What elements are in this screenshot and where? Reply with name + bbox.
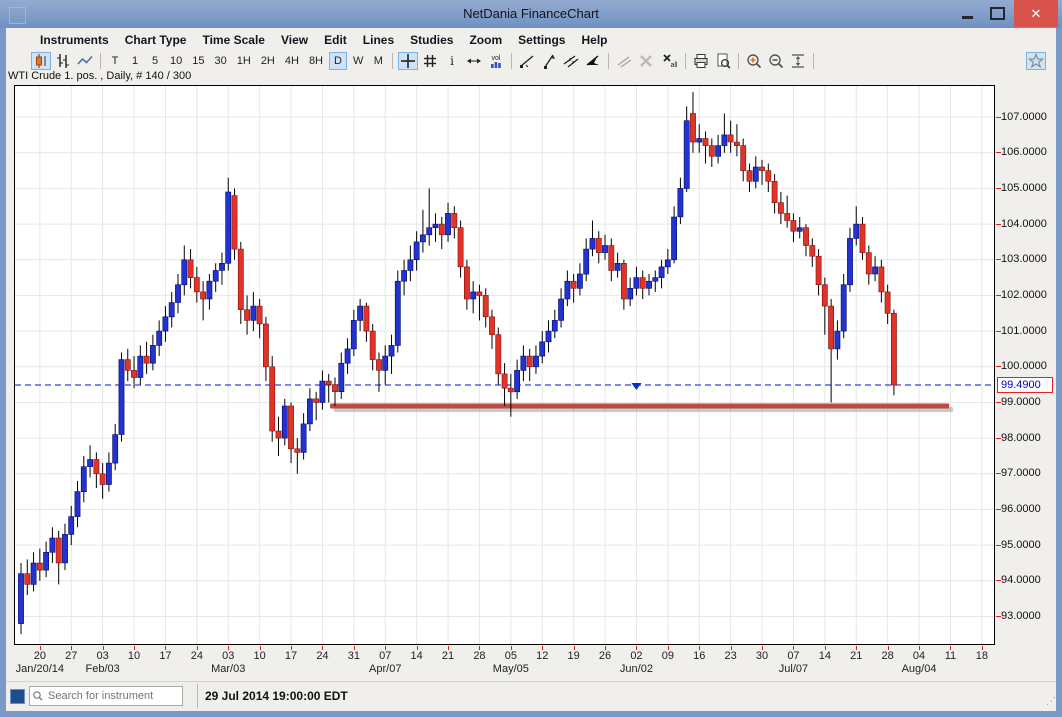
- horizontal-scale-icon: [465, 52, 483, 70]
- last-price-badge: 99.4900: [997, 377, 1053, 393]
- timeframe-w-button[interactable]: W: [349, 52, 367, 70]
- menu-item-lines[interactable]: Lines: [355, 31, 402, 49]
- toolbar-separator: [608, 53, 609, 69]
- candlestick-chart[interactable]: [14, 85, 995, 645]
- parallel-lines-icon: [615, 52, 633, 70]
- timeframe-10-button[interactable]: 10: [166, 52, 186, 70]
- line-chart-button[interactable]: [75, 52, 95, 70]
- menu-item-settings[interactable]: Settings: [510, 31, 573, 49]
- ohlc-bar-chart-icon: [54, 52, 72, 70]
- info-button[interactable]: i: [442, 52, 462, 70]
- fit-vertical-icon: [789, 52, 807, 70]
- grid-button[interactable]: [420, 52, 440, 70]
- timeframe-d-button[interactable]: D: [329, 52, 347, 70]
- menu-bar: InstrumentsChart TypeTime ScaleViewEditL…: [6, 29, 1056, 50]
- window-border-right: [1056, 28, 1062, 711]
- delete-all-lines-icon: all: [659, 52, 679, 70]
- timeframe-1-button[interactable]: 1: [126, 52, 144, 70]
- zoom-out-button[interactable]: [766, 52, 786, 70]
- horizontal-scale-button[interactable]: [464, 52, 484, 70]
- toolbar-separator: [100, 53, 101, 69]
- delete-line-button[interactable]: [636, 52, 656, 70]
- search-input[interactable]: [46, 689, 168, 703]
- timeframe-2h-button[interactable]: 2H: [257, 52, 279, 70]
- print-button[interactable]: [691, 52, 711, 70]
- print-preview-icon: [714, 52, 732, 70]
- toolbar: T151015301H2H4H8HDWMivolall: [6, 50, 1056, 71]
- menu-item-help[interactable]: Help: [573, 31, 615, 49]
- svg-text:vol: vol: [492, 55, 501, 62]
- svg-text:i: i: [450, 54, 454, 68]
- parallel-lines-button[interactable]: [614, 52, 634, 70]
- ohlc-bar-chart-button[interactable]: [53, 52, 73, 70]
- timeframe-15-button[interactable]: 15: [188, 52, 208, 70]
- volume-button[interactable]: vol: [486, 52, 506, 70]
- zoom-out-icon: [767, 52, 785, 70]
- menu-item-view[interactable]: View: [273, 31, 316, 49]
- line-chart-icon: [76, 52, 94, 70]
- timeframe-5-button[interactable]: 5: [146, 52, 164, 70]
- search-icon: [30, 689, 46, 703]
- print-preview-button[interactable]: [713, 52, 733, 70]
- minimize-icon: [962, 16, 973, 19]
- candlestick-chart-button[interactable]: [31, 52, 51, 70]
- toolbar-separator: [813, 53, 814, 69]
- channel-lines-button[interactable]: [561, 52, 581, 70]
- status-timestamp: 29 Jul 2014 19:00:00 EDT: [205, 689, 348, 703]
- menu-item-edit[interactable]: Edit: [316, 31, 355, 49]
- delete-line-icon: [637, 52, 655, 70]
- favorite-star-button[interactable]: [1026, 52, 1046, 70]
- connection-status-icon: [10, 689, 25, 704]
- toolbar-separator: [685, 53, 686, 69]
- close-button[interactable]: ✕: [1014, 0, 1058, 27]
- window-title: NetDania FinanceChart: [0, 6, 1062, 21]
- timeframe-30-button[interactable]: 30: [211, 52, 231, 70]
- minimize-button[interactable]: [952, 0, 982, 27]
- resize-grip[interactable]: ⋰: [1046, 696, 1056, 707]
- zoom-in-icon: [745, 52, 763, 70]
- crosshair-icon: [399, 52, 417, 70]
- favorite-star-icon: [1027, 52, 1045, 70]
- toolbar-separator: [392, 53, 393, 69]
- close-icon: ✕: [1031, 6, 1042, 22]
- info-icon: i: [443, 52, 461, 70]
- timeframe-t-button[interactable]: T: [106, 52, 124, 70]
- grid-icon: [421, 52, 439, 70]
- instrument-search-box[interactable]: [29, 686, 183, 706]
- delete-all-lines-button[interactable]: all: [658, 52, 680, 70]
- window-border-bottom: [0, 710, 1062, 717]
- status-bar: 29 Jul 2014 19:00:00 EDT ⋰: [6, 681, 1056, 711]
- channel-lines-icon: [562, 52, 580, 70]
- fit-vertical-button[interactable]: [788, 52, 808, 70]
- status-separator: [197, 684, 198, 708]
- pointer-arrow-icon: [584, 52, 602, 70]
- maximize-icon: [990, 7, 1005, 20]
- vertical-trend-line-icon: [540, 52, 558, 70]
- menu-item-time-scale[interactable]: Time Scale: [194, 31, 272, 49]
- candlestick-chart-icon: [32, 52, 50, 70]
- toolbar-separator: [738, 53, 739, 69]
- menu-item-chart-type[interactable]: Chart Type: [117, 31, 195, 49]
- timeframe-1h-button[interactable]: 1H: [233, 52, 255, 70]
- maximize-button[interactable]: [982, 0, 1012, 27]
- timeframe-4h-button[interactable]: 4H: [281, 52, 303, 70]
- timeframe-m-button[interactable]: M: [369, 52, 387, 70]
- svg-text:all: all: [671, 62, 678, 69]
- trend-line-button[interactable]: [517, 52, 537, 70]
- titlebar[interactable]: NetDania FinanceChart ✕: [0, 0, 1062, 28]
- vertical-trend-line-button[interactable]: [539, 52, 559, 70]
- pointer-arrow-button[interactable]: [583, 52, 603, 70]
- menu-item-instruments[interactable]: Instruments: [32, 31, 117, 49]
- menu-item-zoom[interactable]: Zoom: [461, 31, 510, 49]
- zoom-in-button[interactable]: [744, 52, 764, 70]
- volume-icon: vol: [487, 52, 505, 70]
- instrument-label: WTI Crude 1. pos. , Daily, # 140 / 300: [8, 70, 191, 84]
- print-icon: [692, 52, 710, 70]
- timeframe-8h-button[interactable]: 8H: [305, 52, 327, 70]
- crosshair-button[interactable]: [398, 52, 418, 70]
- toolbar-separator: [511, 53, 512, 69]
- trend-line-icon: [518, 52, 536, 70]
- menu-item-studies[interactable]: Studies: [402, 31, 461, 49]
